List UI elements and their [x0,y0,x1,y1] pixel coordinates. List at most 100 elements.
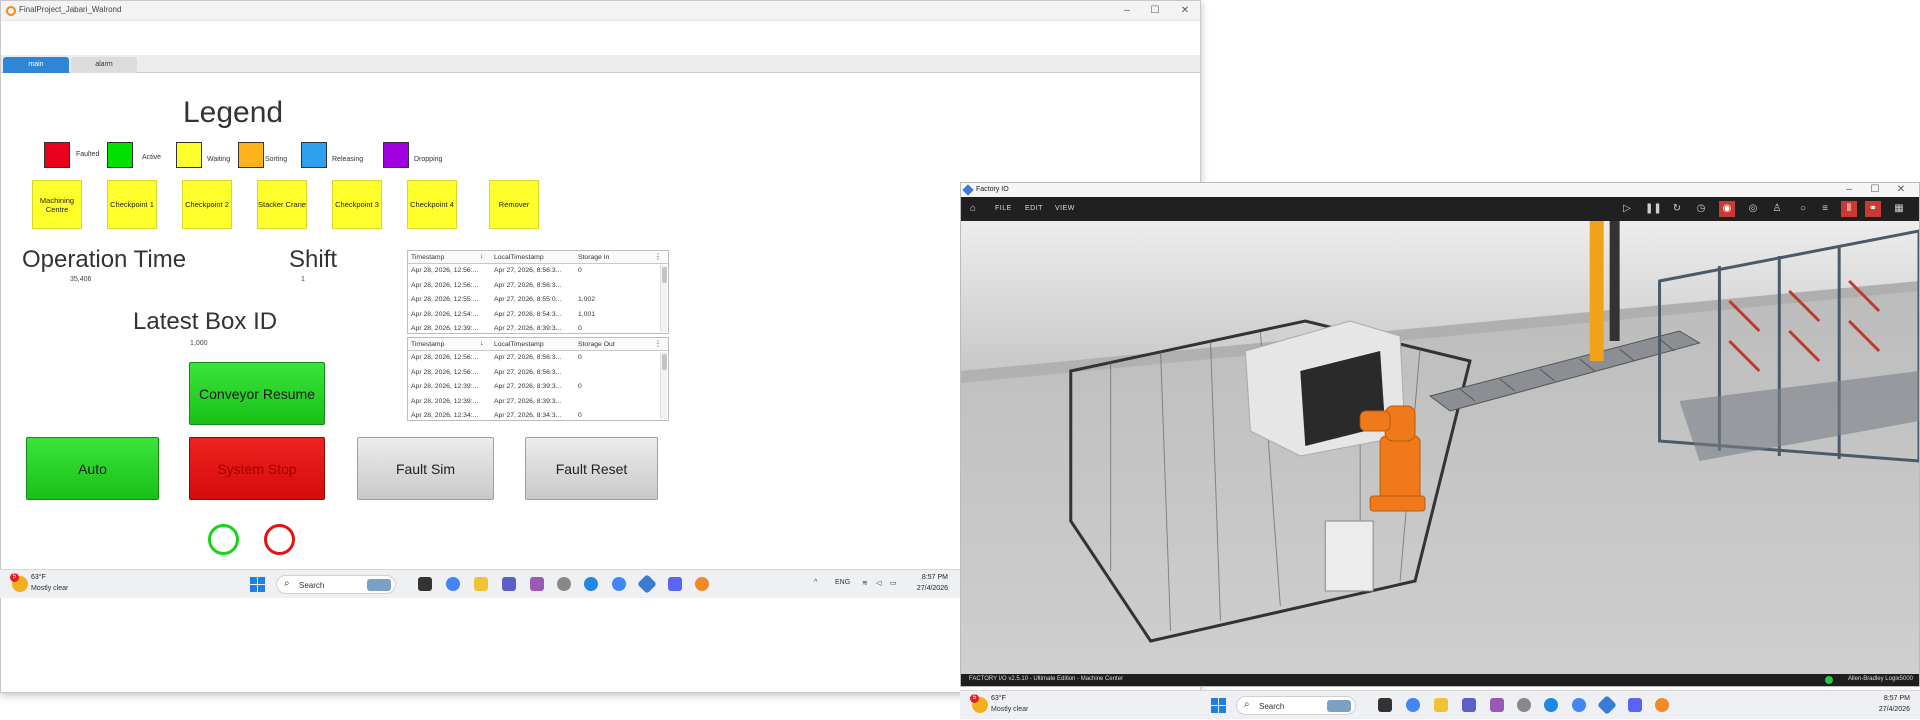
app-icon[interactable] [557,577,571,591]
discord-icon[interactable] [1628,698,1642,712]
tab-alarm[interactable]: alarm [71,57,137,73]
table-menu-icon[interactable]: ⋮ [654,252,662,261]
factoryio-icon[interactable] [637,574,657,594]
ignition-icon[interactable] [695,577,709,591]
taskbar-search[interactable]: ⌕ Search [276,575,396,594]
close-icon[interactable]: ✕ [1177,4,1193,18]
edge-icon[interactable] [584,577,598,591]
table-row[interactable]: Apr 28, 2026, 12:56:... Apr 27, 2026, 8:5… [408,264,668,279]
teams-icon[interactable] [502,577,516,591]
minimize-icon[interactable]: – [1841,183,1857,197]
factoryio-icon[interactable] [1597,695,1617,715]
tags-icon[interactable]: ⚭ [1865,201,1881,217]
column-header-localtimestamp[interactable]: LocalTimestamp [494,254,570,261]
battery-icon[interactable]: ▭ [890,579,897,587]
table-scrollbar[interactable] [660,265,667,332]
ignition-icon[interactable] [1655,698,1669,712]
task-view-icon[interactable] [418,577,432,591]
pause-icon[interactable]: ❚❚ [1645,201,1662,217]
maximize-icon[interactable]: ☐ [1867,183,1883,197]
table-menu-icon[interactable]: ⋮ [654,339,662,348]
list-icon[interactable]: ≡ [1817,201,1833,217]
home-icon[interactable]: ⌂ [965,201,981,217]
station-checkpoint-4[interactable]: Checkpoint 4 [407,180,457,229]
scrollbar-thumb[interactable] [662,354,667,370]
fault-reset-button[interactable]: Fault Reset [525,437,658,500]
sort-down-icon[interactable]: ↓ [480,340,484,347]
camera-fly-icon[interactable]: ◎ [1745,201,1761,217]
clock-time[interactable]: 8:57 PM [908,574,948,581]
column-header-timestamp[interactable]: Timestamp [411,341,481,348]
timer-icon[interactable]: ◷ [1693,201,1709,217]
column-header-storage-out[interactable]: Storage Out [578,341,648,348]
volume-icon[interactable]: ◁ [876,579,881,587]
conveyor-resume-button[interactable]: Conveyor Resume [189,362,325,425]
discord-icon[interactable] [668,577,682,591]
clock-date[interactable]: 27/4/2026 [1870,706,1910,713]
table-row[interactable]: Apr 28, 2026, 12:39:... Apr 27, 2026, 8:3… [408,322,668,333]
windows-start-icon[interactable] [1211,698,1226,713]
station-stacker-crane[interactable]: Stacker Crane [257,180,307,229]
auto-button[interactable]: Auto [26,437,159,500]
minimize-icon[interactable]: – [1119,4,1135,18]
edge-icon[interactable] [1544,698,1558,712]
chrome-icon[interactable] [1406,698,1420,712]
menu-view[interactable]: VIEW [1055,205,1075,212]
chrome-profile-icon[interactable] [612,577,626,591]
tray-overflow-icon[interactable]: ^ [814,579,817,586]
close-icon[interactable]: ✕ [1893,183,1909,197]
first-person-icon[interactable]: ♙ [1769,201,1785,217]
reset-icon[interactable]: ↻ [1669,201,1685,217]
factoryio-3d-viewport[interactable] [961,221,1919,676]
play-icon[interactable]: ▷ [1619,201,1635,217]
system-stop-button[interactable]: System Stop [189,437,325,500]
maximize-icon[interactable]: ☐ [1147,4,1163,18]
palette-grid-icon[interactable]: ▦ [1891,201,1907,217]
chrome-icon[interactable] [446,577,460,591]
table-row[interactable]: Apr 28, 2026, 12:56:... Apr 27, 2026, 8:5… [408,279,668,294]
table-row[interactable]: Apr 28, 2026, 12:54:... Apr 27, 2026, 8:5… [408,308,668,323]
language-indicator[interactable]: ENG [835,579,850,586]
copilot-icon[interactable] [1490,698,1504,712]
storage-out-table[interactable]: Timestamp ↓ LocalTimestamp Storage Out ⋮… [407,337,669,421]
clock-time[interactable]: 8:57 PM [1870,695,1910,702]
station-checkpoint-1[interactable]: Checkpoint 1 [107,180,157,229]
column-header-storage-in[interactable]: Storage In [578,254,648,261]
table-row[interactable]: Apr 28, 2026, 12:55:... Apr 27, 2026, 8:5… [408,293,668,308]
storage-in-table[interactable]: Timestamp ↓ LocalTimestamp Storage In ⋮ … [407,250,669,334]
camera-orbit-icon[interactable]: ◉ [1719,201,1735,217]
clock-date[interactable]: 27/4/2026 [908,585,948,592]
windows-start-icon[interactable] [250,577,265,592]
menu-edit[interactable]: EDIT [1025,205,1043,212]
table-row[interactable]: Apr 28, 2026, 12:39:... Apr 27, 2026, 8:3… [408,380,668,395]
taskbar-search[interactable]: ⌕ Search [1236,696,1356,715]
menu-file[interactable]: FILE [995,205,1012,212]
column-header-localtimestamp[interactable]: LocalTimestamp [494,341,570,348]
teams-icon[interactable] [1462,698,1476,712]
table-row[interactable]: Apr 28, 2026, 12:56:... Apr 27, 2026, 8:5… [408,351,668,366]
station-checkpoint-2[interactable]: Checkpoint 2 [182,180,232,229]
scrollbar-thumb[interactable] [662,267,667,283]
drivers-icon[interactable]: ⦀ [1841,201,1857,217]
column-header-timestamp[interactable]: Timestamp [411,254,481,261]
task-view-icon[interactable] [1378,698,1392,712]
copilot-icon[interactable] [530,577,544,591]
table-row[interactable]: Apr 28, 2026, 12:56:... Apr 27, 2026, 8:5… [408,366,668,381]
chrome-profile-icon[interactable] [1572,698,1586,712]
file-explorer-icon[interactable] [1434,698,1448,712]
station-remover[interactable]: Remover [489,180,539,229]
tab-main[interactable]: main [3,57,69,73]
app-icon[interactable] [1517,698,1531,712]
sensor-icon[interactable]: ○ [1795,201,1811,217]
legend-label-waiting: Waiting [207,156,231,163]
table-row[interactable]: Apr 28, 2026, 12:39:... Apr 27, 2026, 8:3… [408,395,668,410]
file-explorer-icon[interactable] [474,577,488,591]
station-checkpoint-3[interactable]: Checkpoint 3 [332,180,382,229]
network-icon[interactable]: ≋ [862,579,868,587]
fault-sim-button[interactable]: Fault Sim [357,437,494,500]
sort-down-icon[interactable]: ↓ [480,253,484,260]
table-scrollbar[interactable] [660,352,667,419]
station-machining-centre[interactable]: Machining Centre [32,180,82,229]
cell-storage-out: 0 [578,412,582,419]
table-row[interactable]: Apr 28, 2026, 12:34:... Apr 27, 2026, 8:3… [408,409,668,420]
